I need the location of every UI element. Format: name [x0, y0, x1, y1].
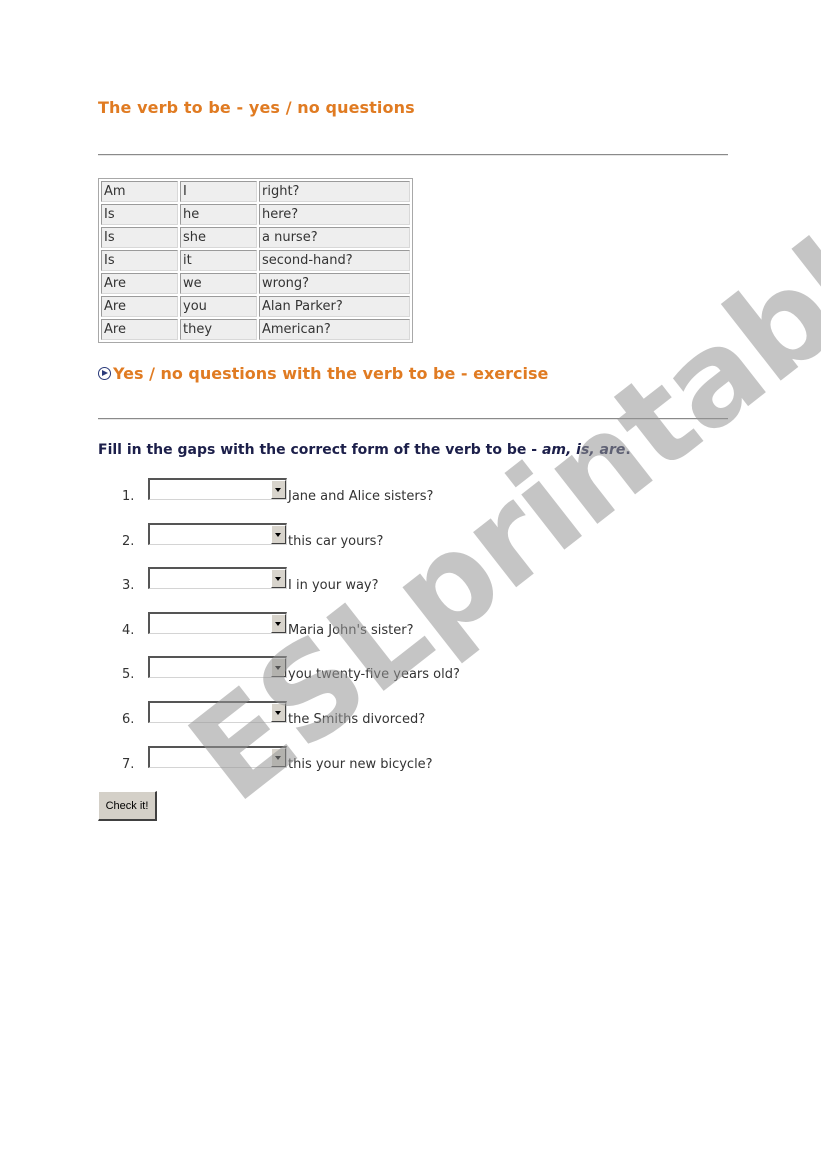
table-cell-subject: you: [180, 296, 257, 317]
chevron-down-icon[interactable]: [271, 480, 286, 499]
table-row: Is it second-hand?: [101, 250, 410, 271]
check-it-button[interactable]: Check it!: [98, 791, 157, 821]
chevron-down-icon[interactable]: [271, 748, 286, 767]
question-number: 4.: [122, 623, 135, 638]
page-title: The verb to be - yes / no questions: [98, 98, 415, 117]
table-row: Am I right?: [101, 181, 410, 202]
chevron-down-icon[interactable]: [271, 703, 286, 722]
instructions: Fill in the gaps with the correct form o…: [98, 442, 631, 458]
answer-select[interactable]: [148, 478, 287, 500]
answer-select[interactable]: [148, 656, 287, 678]
table-cell-subject: we: [180, 273, 257, 294]
table-cell-subject: I: [180, 181, 257, 202]
question-text: Jane and Alice sisters?: [288, 489, 434, 504]
answer-select[interactable]: [148, 746, 287, 768]
question-text: the Smiths divorced?: [288, 712, 426, 727]
chevron-down-icon[interactable]: [271, 525, 286, 544]
answer-select[interactable]: [148, 523, 287, 545]
question-number: 7.: [122, 757, 135, 772]
question-number: 6.: [122, 712, 135, 727]
table-row: Are they American?: [101, 319, 410, 340]
table-cell-verb: Is: [101, 250, 178, 271]
question-text: this car yours?: [288, 534, 384, 549]
divider: [98, 418, 728, 420]
exercise-title-text: Yes / no questions with the verb to be -…: [113, 364, 549, 383]
table-cell-complement: here?: [259, 204, 410, 225]
table-cell-verb: Is: [101, 204, 178, 225]
divider: [98, 154, 728, 156]
table-cell-complement: second-hand?: [259, 250, 410, 271]
question-number: 1.: [122, 489, 135, 504]
table-cell-complement: a nurse?: [259, 227, 410, 248]
table-cell-verb: Are: [101, 319, 178, 340]
chevron-down-icon[interactable]: [271, 614, 286, 633]
question-number: 2.: [122, 534, 135, 549]
table-cell-verb: Are: [101, 273, 178, 294]
question-number: 3.: [122, 578, 135, 593]
table-cell-complement: right?: [259, 181, 410, 202]
instructions-text: Fill in the gaps with the correct form o…: [98, 442, 542, 458]
table-cell-subject: it: [180, 250, 257, 271]
play-circle-icon: [98, 367, 111, 380]
table-cell-subject: they: [180, 319, 257, 340]
exercise-title[interactable]: Yes / no questions with the verb to be -…: [98, 364, 548, 383]
table-cell-verb: Am: [101, 181, 178, 202]
answer-select[interactable]: [148, 701, 287, 723]
table-cell-subject: she: [180, 227, 257, 248]
instructions-period: .: [625, 442, 631, 458]
table-cell-complement: American?: [259, 319, 410, 340]
instructions-options: am, is, are: [541, 442, 626, 458]
table-cell-verb: Is: [101, 227, 178, 248]
chevron-down-icon[interactable]: [271, 569, 286, 588]
question-text: this your new bicycle?: [288, 757, 433, 772]
question-number: 5.: [122, 667, 135, 682]
question-text: you twenty-five years old?: [288, 667, 460, 682]
table-cell-complement: Alan Parker?: [259, 296, 410, 317]
chevron-down-icon[interactable]: [271, 658, 286, 677]
answer-select[interactable]: [148, 612, 287, 634]
answer-select[interactable]: [148, 567, 287, 589]
question-text: I in your way?: [288, 578, 379, 593]
verb-to-be-table: Am I right? Is he here? Is she a nurse? …: [98, 178, 413, 343]
table-row: Are you Alan Parker?: [101, 296, 410, 317]
question-text: Maria John's sister?: [288, 623, 414, 638]
table-row: Is she a nurse?: [101, 227, 410, 248]
table-cell-complement: wrong?: [259, 273, 410, 294]
table-cell-subject: he: [180, 204, 257, 225]
table-row: Are we wrong?: [101, 273, 410, 294]
table-row: Is he here?: [101, 204, 410, 225]
table-cell-verb: Are: [101, 296, 178, 317]
